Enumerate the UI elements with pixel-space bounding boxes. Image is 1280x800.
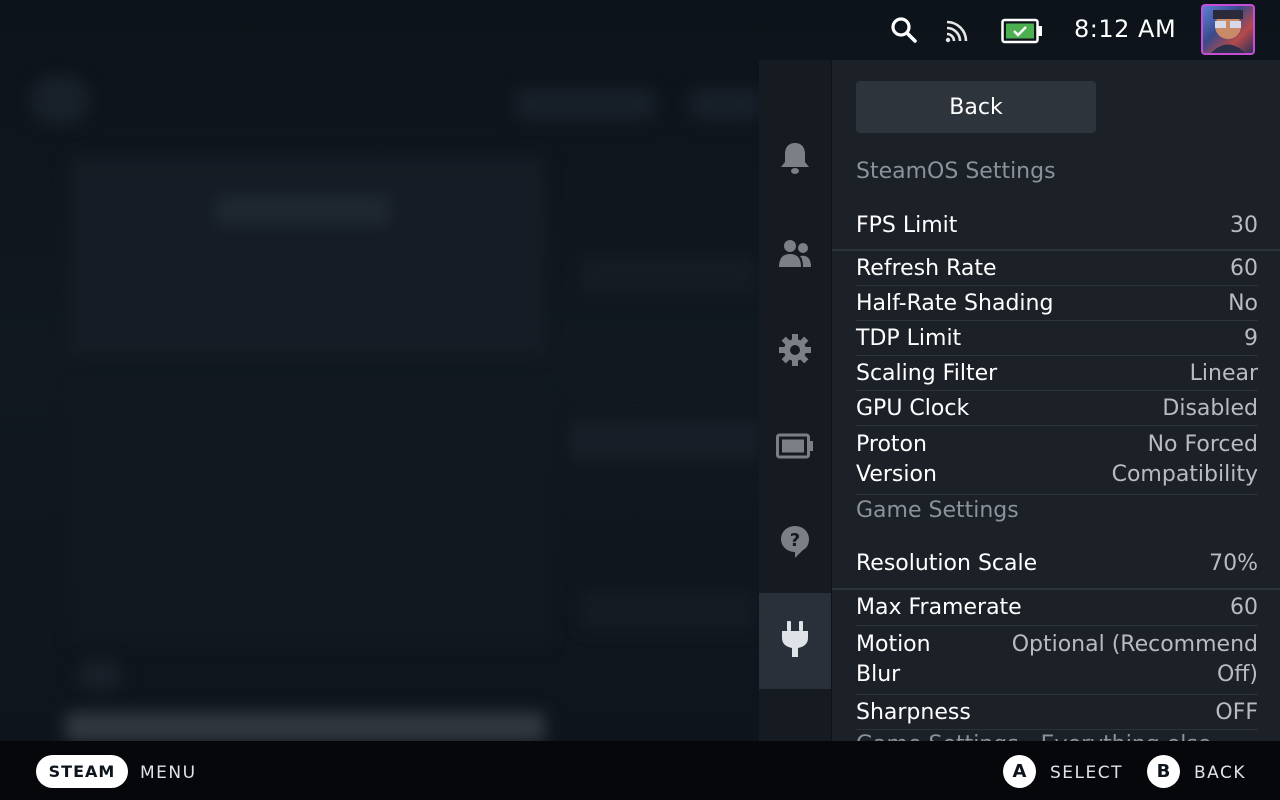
game-settings-header: Game Settings [856, 498, 1019, 523]
setting-label: Scaling Filter [856, 360, 998, 386]
setting-value: Disabled [1162, 395, 1258, 421]
bottom-hint-bar: STEAM MENU A SELECT B BACK [0, 741, 1280, 800]
tdp-limit-row[interactable]: TDP Limit 9 [856, 321, 1258, 356]
gear-icon [778, 333, 812, 371]
setting-label-line1: Proton [856, 432, 927, 457]
setting-value-line1: Optional (Recommend [1011, 632, 1258, 657]
sharpness-row[interactable]: Sharpness OFF [856, 695, 1258, 730]
b-button-icon[interactable]: B [1147, 755, 1180, 788]
battery-icon [776, 433, 814, 463]
setting-value: 60 [1230, 595, 1258, 620]
setting-label: Max Framerate [856, 595, 1022, 620]
svg-text:?: ? [790, 530, 800, 551]
resolution-scale-row[interactable]: Resolution Scale 70% [832, 538, 1280, 590]
setting-label: Refresh Rate [856, 255, 997, 281]
setting-label-line2: Blur [856, 662, 901, 687]
clock: 8:12 AM [1074, 15, 1177, 43]
steam-button[interactable]: STEAM [36, 755, 128, 788]
quick-access-menu: ? Back SteamOS Settings FPS Limit 30 Ref… [759, 60, 1280, 741]
wifi-icon [944, 18, 970, 48]
setting-label: Resolution Scale [856, 550, 1038, 576]
setting-value-line2: Compatibility [1111, 462, 1258, 487]
setting-label: Proton Version [856, 430, 937, 490]
plug-icon [780, 620, 810, 662]
back-label: BACK [1194, 763, 1247, 783]
proton-version-row[interactable]: Proton Version No Forced Compatibility [856, 426, 1258, 495]
quick-access-rail: ? [759, 60, 831, 741]
performance-tab[interactable] [759, 400, 831, 496]
setting-value-line2: Off) [1216, 662, 1258, 687]
back-button[interactable]: Back [856, 81, 1096, 133]
settings-panel: Back SteamOS Settings FPS Limit 30 Refre… [831, 60, 1280, 741]
setting-label-line1: Motion [856, 632, 931, 657]
a-button-icon[interactable]: A [1003, 755, 1036, 788]
setting-value: Optional (Recommend Off) [1012, 630, 1258, 690]
motion-blur-row[interactable]: Motion Blur Optional (Recommend Off) [856, 626, 1258, 695]
status-bar: 8:12 AM [0, 0, 1280, 60]
max-framerate-row[interactable]: Max Framerate 60 [856, 590, 1258, 626]
setting-value: 70% [1209, 550, 1258, 576]
search-icon[interactable] [890, 16, 918, 48]
help-tab[interactable]: ? [759, 496, 831, 592]
cutoff-section-header: Game Settings - Everything else [856, 732, 1211, 741]
gpu-clock-row[interactable]: GPU Clock Disabled [856, 391, 1258, 426]
refresh-rate-row[interactable]: Refresh Rate 60 [856, 251, 1258, 286]
scaling-filter-row[interactable]: Scaling Filter Linear [856, 356, 1258, 391]
setting-label: TDP Limit [856, 325, 962, 351]
setting-value: 60 [1230, 255, 1258, 281]
setting-value: 30 [1230, 212, 1258, 238]
setting-label: Sharpness [856, 699, 971, 725]
setting-value: OFF [1215, 699, 1258, 725]
settings-tab[interactable] [759, 304, 831, 400]
steamos-settings-header: SteamOS Settings [856, 159, 1056, 184]
setting-value: No [1228, 290, 1258, 316]
help-icon: ? [779, 524, 811, 564]
plugin-tab[interactable] [759, 593, 831, 689]
setting-value-line1: No Forced [1147, 432, 1258, 457]
notifications-tab[interactable] [759, 112, 831, 208]
user-avatar[interactable] [1201, 4, 1255, 55]
setting-value: No Forced Compatibility [1112, 430, 1258, 490]
setting-label: Motion Blur [856, 630, 931, 690]
friends-icon [778, 239, 812, 273]
fps-limit-row[interactable]: FPS Limit 30 [832, 201, 1280, 251]
half-rate-shading-row[interactable]: Half-Rate Shading No [856, 286, 1258, 321]
setting-label: Half-Rate Shading [856, 290, 1054, 316]
setting-label: GPU Clock [856, 395, 970, 421]
battery-icon [1001, 18, 1043, 48]
friends-tab[interactable] [759, 208, 831, 304]
setting-label: FPS Limit [856, 212, 958, 238]
menu-label: MENU [140, 763, 197, 783]
select-label: SELECT [1050, 763, 1123, 783]
setting-value: Linear [1189, 360, 1258, 386]
setting-label-line2: Version [856, 462, 937, 487]
bell-icon [779, 140, 811, 180]
setting-value: 9 [1244, 325, 1258, 351]
